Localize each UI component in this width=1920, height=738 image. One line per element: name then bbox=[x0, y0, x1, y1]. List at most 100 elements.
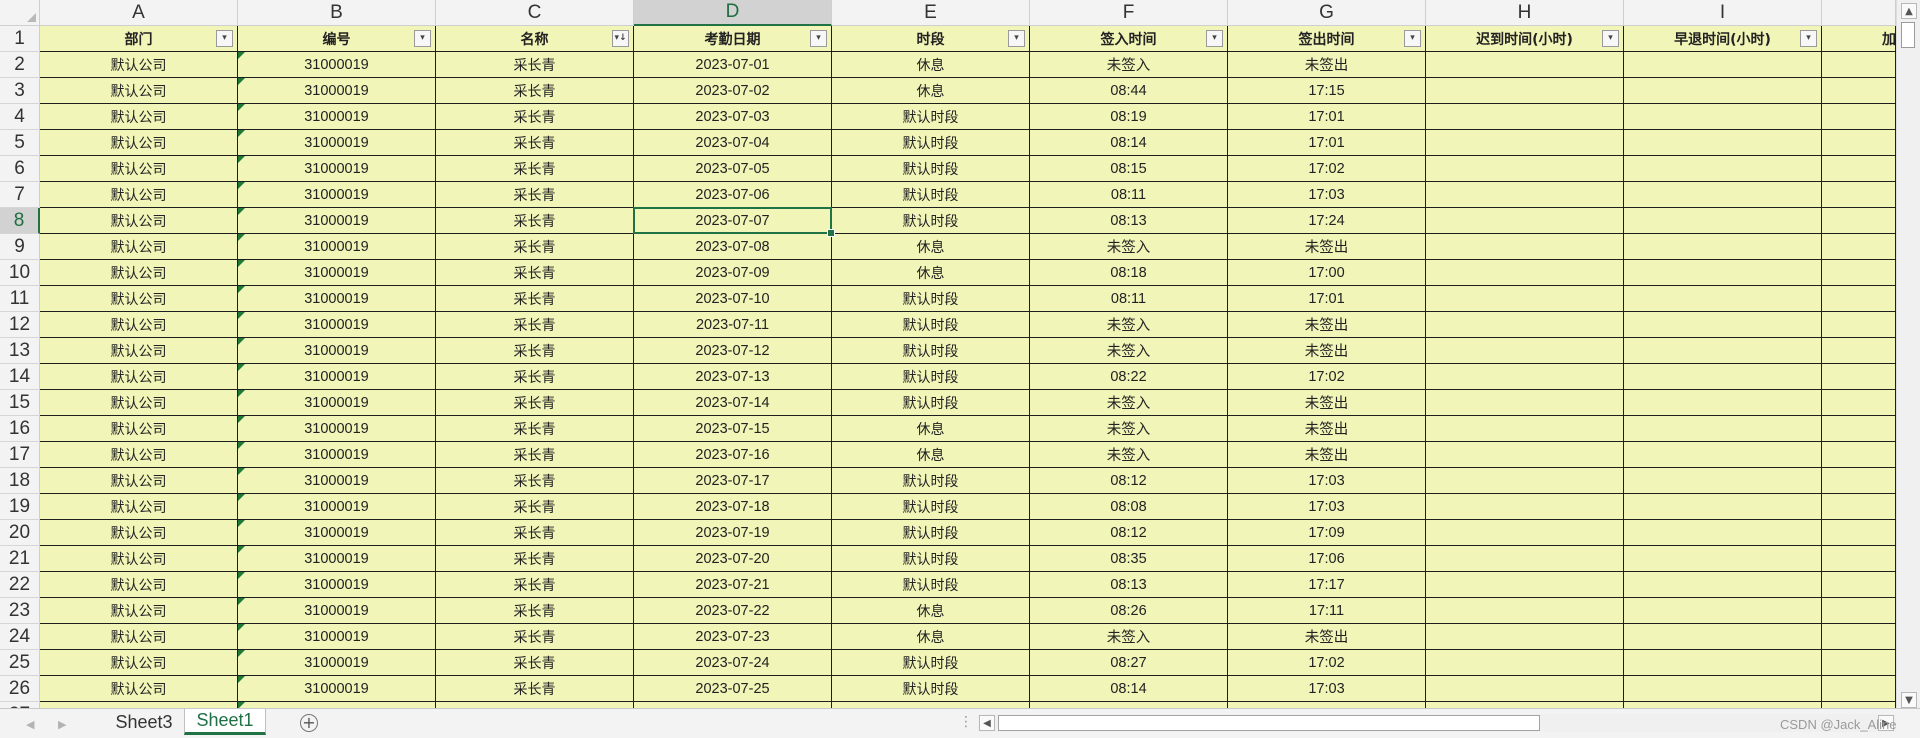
cell-out[interactable]: 未签出 bbox=[1228, 52, 1426, 78]
cell-in[interactable]: 未签入 bbox=[1030, 338, 1228, 364]
cell-id[interactable]: 31000019 bbox=[238, 364, 436, 390]
cell-date[interactable]: 2023-07-23 bbox=[634, 624, 832, 650]
empty-cell[interactable] bbox=[1822, 364, 1896, 390]
cell-in[interactable]: 未签入 bbox=[1030, 234, 1228, 260]
cell-in[interactable]: 未签入 bbox=[1030, 416, 1228, 442]
cell-name[interactable]: 采长青 bbox=[436, 208, 634, 234]
cell-period[interactable]: 默认时段 bbox=[832, 676, 1030, 702]
spreadsheet-grid[interactable]: A B C D E F G H I 1 部门 ▾ 编号 ▾ 名称 ▾↓ 考勤日期 ▾ 时段 ▾ 签入时间 ▾ 签出时间 ▾ 迟到… bbox=[0, 0, 1920, 708]
add-sheet-icon[interactable]: + bbox=[300, 714, 318, 732]
column-header-d[interactable]: D bbox=[634, 0, 832, 26]
empty-cell[interactable] bbox=[1624, 598, 1822, 624]
cell-id[interactable]: 31000019 bbox=[238, 494, 436, 520]
filter-dropdown-icon[interactable]: ▾ bbox=[1008, 30, 1025, 47]
cell-in[interactable]: 08:11 bbox=[1030, 286, 1228, 312]
empty-cell[interactable] bbox=[1426, 338, 1624, 364]
cell-dept[interactable]: 默认公司 bbox=[40, 546, 238, 572]
cell-dept[interactable]: 默认公司 bbox=[40, 156, 238, 182]
cell-in[interactable]: 未签入 bbox=[1030, 442, 1228, 468]
empty-cell[interactable] bbox=[1624, 78, 1822, 104]
column-header-j[interactable] bbox=[1822, 0, 1896, 26]
empty-cell[interactable] bbox=[1426, 572, 1624, 598]
empty-cell[interactable] bbox=[1624, 182, 1822, 208]
cell-name[interactable]: 采长青 bbox=[436, 130, 634, 156]
cell-in[interactable]: 未签入 bbox=[1030, 52, 1228, 78]
cell-name[interactable]: 采长青 bbox=[436, 546, 634, 572]
cell-out[interactable]: 未签出 bbox=[1228, 338, 1426, 364]
cell-in[interactable]: 08:35 bbox=[1030, 546, 1228, 572]
empty-cell[interactable] bbox=[1426, 520, 1624, 546]
cell-id[interactable]: 31000019 bbox=[238, 234, 436, 260]
cell-period[interactable]: 默认时段 bbox=[832, 312, 1030, 338]
cell-out[interactable]: 17:02 bbox=[1228, 364, 1426, 390]
cell-dept[interactable]: 默认公司 bbox=[40, 624, 238, 650]
filter-dropdown-icon[interactable]: ▾ bbox=[1602, 30, 1619, 47]
cell-out[interactable]: 17:01 bbox=[1228, 286, 1426, 312]
cell-date[interactable]: 2023-07-13 bbox=[634, 364, 832, 390]
empty-cell[interactable] bbox=[1822, 676, 1896, 702]
header-cell[interactable]: 名称 ▾↓ bbox=[436, 26, 634, 52]
scroll-up-arrow[interactable]: ▲ bbox=[1901, 3, 1917, 19]
cell-out[interactable]: 17:17 bbox=[1228, 572, 1426, 598]
empty-cell[interactable] bbox=[1624, 468, 1822, 494]
empty-cell[interactable] bbox=[1822, 286, 1896, 312]
cell-date[interactable]: 2023-07-06 bbox=[634, 182, 832, 208]
cell-out[interactable]: 17:24 bbox=[1228, 208, 1426, 234]
cell-date[interactable]: 2023-07-25 bbox=[634, 676, 832, 702]
cell-out[interactable]: 17:11 bbox=[1228, 598, 1426, 624]
cell-name[interactable]: 采长青 bbox=[436, 338, 634, 364]
cell-id[interactable]: 31000019 bbox=[238, 208, 436, 234]
cell-period[interactable]: 默认时段 bbox=[832, 104, 1030, 130]
cell-dept[interactable]: 默认公司 bbox=[40, 598, 238, 624]
cell-name[interactable]: 采长青 bbox=[436, 260, 634, 286]
column-header-a[interactable]: A bbox=[40, 0, 238, 26]
empty-cell[interactable] bbox=[1426, 598, 1624, 624]
cell-out[interactable]: 17:02 bbox=[1228, 156, 1426, 182]
empty-cell[interactable] bbox=[1822, 208, 1896, 234]
empty-cell[interactable] bbox=[1624, 416, 1822, 442]
cell-out[interactable]: 17:01 bbox=[1228, 130, 1426, 156]
cell-id[interactable]: 31000019 bbox=[238, 416, 436, 442]
cell-in[interactable]: 08:18 bbox=[1030, 260, 1228, 286]
empty-cell[interactable] bbox=[1426, 676, 1624, 702]
horizontal-scroll-thumb[interactable] bbox=[998, 715, 1540, 731]
cell-id[interactable]: 31000019 bbox=[238, 182, 436, 208]
row-header-8[interactable]: 8 bbox=[0, 208, 40, 234]
cell-period[interactable]: 默认时段 bbox=[832, 572, 1030, 598]
empty-cell[interactable] bbox=[1426, 78, 1624, 104]
empty-cell[interactable] bbox=[1822, 520, 1896, 546]
cell-date[interactable]: 2023-07-24 bbox=[634, 650, 832, 676]
row-header-4[interactable]: 4 bbox=[0, 104, 40, 130]
filter-dropdown-icon[interactable]: ▾ bbox=[414, 30, 431, 47]
column-header-g[interactable]: G bbox=[1228, 0, 1426, 26]
cell-period[interactable]: 默认时段 bbox=[832, 182, 1030, 208]
row-header-6[interactable]: 6 bbox=[0, 156, 40, 182]
cell-id[interactable]: 31000019 bbox=[238, 260, 436, 286]
cell-period[interactable]: 默认时段 bbox=[832, 546, 1030, 572]
empty-cell[interactable] bbox=[1426, 234, 1624, 260]
cell-id[interactable]: 31000019 bbox=[238, 624, 436, 650]
empty-cell[interactable] bbox=[1624, 520, 1822, 546]
empty-cell[interactable] bbox=[1624, 156, 1822, 182]
row-header-16[interactable]: 16 bbox=[0, 416, 40, 442]
cell-period[interactable]: 休息 bbox=[832, 598, 1030, 624]
cell-id[interactable]: 31000019 bbox=[238, 286, 436, 312]
cell-date[interactable]: 2023-07-20 bbox=[634, 546, 832, 572]
cell-name[interactable]: 采长青 bbox=[436, 78, 634, 104]
cell-period[interactable]: 默认时段 bbox=[832, 364, 1030, 390]
empty-cell[interactable] bbox=[1624, 624, 1822, 650]
vertical-scrollbar[interactable]: ▲ ▼ bbox=[1896, 0, 1920, 712]
row-header-10[interactable]: 10 bbox=[0, 260, 40, 286]
cell-dept[interactable]: 默认公司 bbox=[40, 390, 238, 416]
cell-period[interactable]: 默认时段 bbox=[832, 208, 1030, 234]
select-all-corner[interactable] bbox=[0, 0, 40, 26]
header-cell[interactable]: 签出时间 ▾ bbox=[1228, 26, 1426, 52]
cell-period[interactable]: 默认时段 bbox=[832, 286, 1030, 312]
cell-id[interactable]: 31000019 bbox=[238, 442, 436, 468]
row-header-3[interactable]: 3 bbox=[0, 78, 40, 104]
cell-period[interactable]: 默认时段 bbox=[832, 156, 1030, 182]
cell-dept[interactable]: 默认公司 bbox=[40, 52, 238, 78]
filter-dropdown-icon[interactable]: ▾ bbox=[1206, 30, 1223, 47]
cell-date[interactable]: 2023-07-08 bbox=[634, 234, 832, 260]
cell-date[interactable]: 2023-07-09 bbox=[634, 260, 832, 286]
